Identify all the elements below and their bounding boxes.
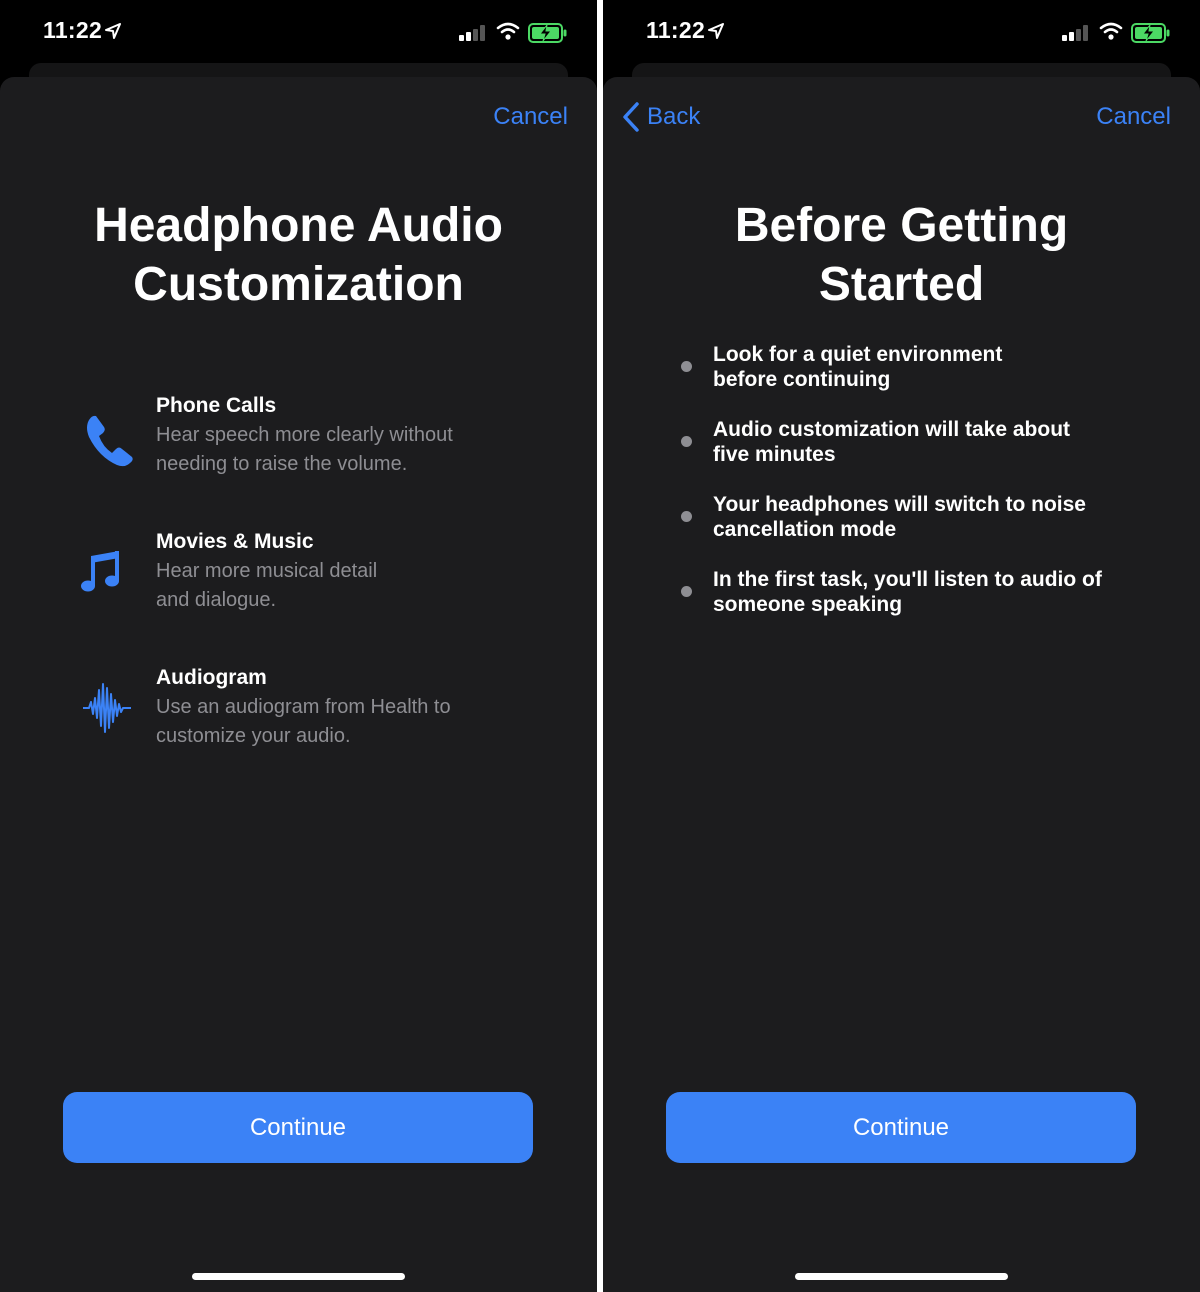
list-item-line: someone speaking bbox=[713, 593, 903, 616]
phone-screen-headphone-audio: 11:22 Cancel Headphone Audio Customizati… bbox=[0, 0, 597, 1292]
chevron-left-icon bbox=[623, 102, 639, 132]
feature-description-line: needing to raise the volume. bbox=[156, 453, 408, 475]
cellular-signal-icon bbox=[1062, 25, 1088, 41]
back-button[interactable]: Back bbox=[621, 101, 700, 133]
list-item-text: Audio customization will take about five… bbox=[713, 417, 1133, 467]
page-title-line-1: Headphone Audio bbox=[94, 199, 503, 252]
feature-description-line: Hear more musical detail bbox=[156, 560, 378, 582]
phone-screen-before-getting-started: 11:22 Back Cancel Before Getting Started… bbox=[603, 0, 1200, 1292]
waveform-icon bbox=[83, 683, 131, 733]
feature-title: Phone Calls bbox=[156, 394, 277, 417]
cellular-signal-icon bbox=[459, 25, 485, 41]
status-time: 11:22 bbox=[43, 17, 103, 43]
page-title-line-2: Customization bbox=[133, 258, 464, 311]
list-item-text: Look for a quiet environment before cont… bbox=[713, 342, 1133, 392]
feature-description-line: and dialogue. bbox=[156, 589, 277, 611]
battery-charging-icon bbox=[528, 23, 567, 43]
music-note-icon bbox=[81, 551, 119, 592]
page-title-line-2: Started bbox=[818, 258, 985, 311]
list-item-text: Your headphones will switch to noise can… bbox=[713, 492, 1133, 542]
bullet-dot bbox=[681, 511, 692, 522]
page-title: Before Getting Started bbox=[603, 196, 1200, 314]
wifi-icon bbox=[1099, 22, 1123, 40]
wifi-icon bbox=[496, 22, 520, 40]
feature-description-line: Hear speech more clearly without bbox=[156, 424, 453, 446]
page-title-line-1: Before Getting bbox=[734, 199, 1069, 252]
location-arrow-icon bbox=[105, 23, 121, 39]
list-item-line: Audio customization will take about bbox=[713, 418, 1071, 441]
continue-button[interactable]: Continue bbox=[63, 1092, 533, 1163]
home-indicator[interactable] bbox=[795, 1273, 1008, 1280]
home-indicator[interactable] bbox=[192, 1273, 405, 1280]
feature-description-line: Use an audiogram from Health to bbox=[156, 696, 451, 718]
feature-description: Hear speech more clearly without needing… bbox=[156, 421, 516, 479]
status-bar: 11:22 bbox=[0, 0, 597, 64]
battery-charging-icon bbox=[1131, 23, 1170, 43]
status-time: 11:22 bbox=[646, 17, 706, 43]
page-title: Headphone Audio Customization bbox=[0, 196, 597, 314]
feature-description: Hear more musical detail and dialogue. bbox=[156, 557, 516, 615]
list-item-line: Your headphones will switch to noise bbox=[713, 493, 1086, 516]
list-item-line: In the first task, you'll listen to audi… bbox=[713, 568, 1102, 591]
status-bar: 11:22 bbox=[603, 0, 1200, 64]
continue-button[interactable]: Continue bbox=[666, 1092, 1136, 1163]
feature-title: Audiogram bbox=[156, 666, 267, 689]
list-item-text: In the first task, you'll listen to audi… bbox=[713, 567, 1133, 617]
list-item-line: Look for a quiet environment bbox=[713, 343, 1003, 366]
bullet-dot bbox=[681, 586, 692, 597]
phone-icon bbox=[87, 415, 133, 467]
back-button-label: Back bbox=[647, 103, 701, 130]
feature-description: Use an audiogram from Health to customiz… bbox=[156, 693, 516, 751]
bullet-dot bbox=[681, 361, 692, 372]
list-item-line: five minutes bbox=[713, 443, 836, 466]
cancel-button[interactable]: Cancel bbox=[493, 103, 568, 131]
list-item-line: cancellation mode bbox=[713, 518, 897, 541]
feature-title: Movies & Music bbox=[156, 530, 314, 553]
cancel-button[interactable]: Cancel bbox=[1096, 103, 1171, 131]
list-item-line: before continuing bbox=[713, 368, 891, 391]
feature-description-line: customize your audio. bbox=[156, 725, 351, 747]
bullet-dot bbox=[681, 436, 692, 447]
location-arrow-icon bbox=[708, 23, 724, 39]
